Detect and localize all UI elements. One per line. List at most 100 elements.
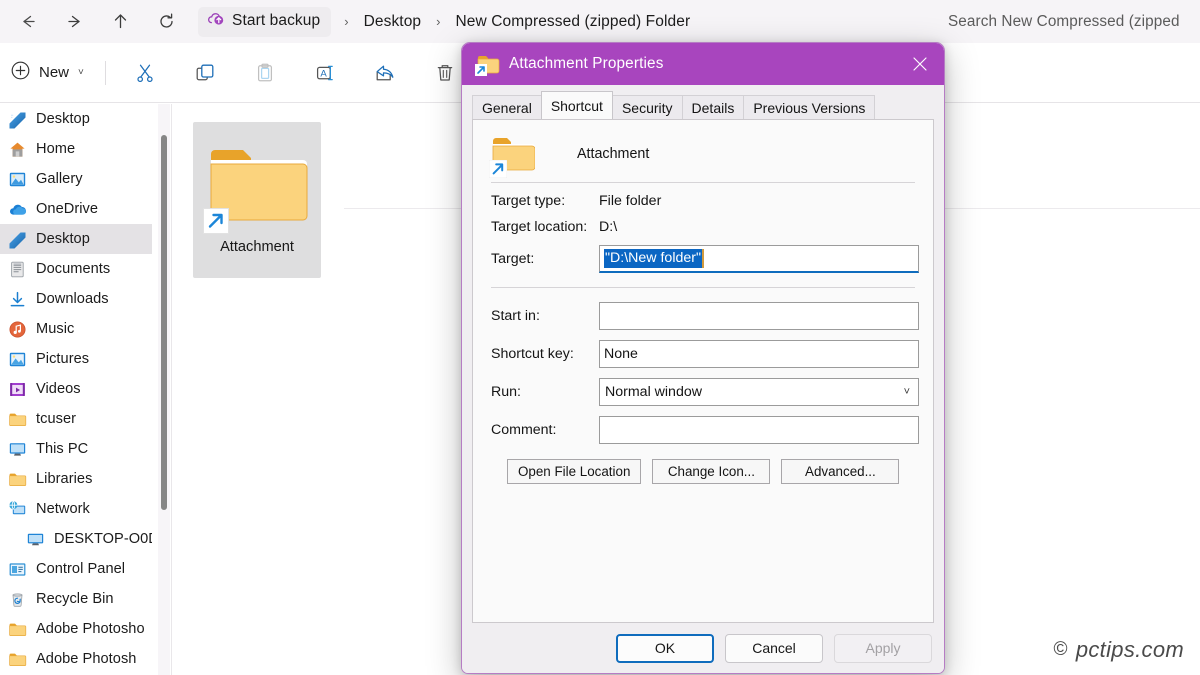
advanced-button[interactable]: Advanced... (781, 459, 899, 484)
sidebar-scrollbar[interactable] (158, 104, 170, 675)
sidebar-item-label: Libraries (36, 471, 92, 487)
comment-label: Comment: (491, 422, 599, 438)
tab-details[interactable]: Details (682, 95, 745, 119)
sidebar-item-videos[interactable]: Videos (0, 374, 152, 404)
breadcrumb: Start backup › Desktop › New Compressed … (198, 6, 692, 38)
sidebar-item-network[interactable]: Network (0, 494, 152, 524)
chevron-down-icon: ˅ (78, 67, 84, 78)
sidebar-item-adobe-photosh[interactable]: Adobe Photosh (0, 644, 152, 674)
sidebar-item-label: Documents (36, 261, 110, 277)
breadcrumb-item-desktop[interactable]: Desktop (362, 13, 424, 31)
folder-icon (8, 410, 27, 429)
tab-general[interactable]: General (472, 95, 542, 119)
shortcut-key-input[interactable]: None (599, 340, 919, 368)
shortcut-key-input-value: None (604, 346, 638, 362)
folder-icon (8, 470, 27, 489)
tab-security[interactable]: Security (612, 95, 683, 119)
home-icon (8, 140, 27, 159)
target-input[interactable]: "D:\New folder" (599, 245, 919, 273)
sidebar-item-label: Recycle Bin (36, 591, 114, 607)
sidebar-item-pictures[interactable]: Pictures (0, 344, 152, 374)
run-label: Run: (491, 384, 599, 400)
command-separator (105, 61, 106, 85)
desktop-icon (8, 110, 27, 129)
sidebar-item-downloads[interactable]: Downloads (0, 284, 152, 314)
cancel-button[interactable]: Cancel (725, 634, 823, 663)
sidebar-item-desktop[interactable]: Desktop (0, 224, 152, 254)
sidebar-item-gallery[interactable]: Gallery (0, 164, 152, 194)
target-location-value: D:\ (599, 219, 617, 235)
run-select[interactable]: Normal window ˅ (599, 378, 919, 406)
folder-icon (8, 620, 27, 639)
breadcrumb-start-backup-label: Start backup (232, 12, 320, 30)
sidebar-item-recycle-bin[interactable]: Recycle Bin (0, 584, 152, 614)
sidebar-scrollbar-thumb[interactable] (161, 135, 167, 510)
folder-icon (8, 650, 27, 669)
navigation-sidebar[interactable]: DesktopHomeGalleryOneDriveDesktopDocumen… (0, 104, 152, 675)
tab-previous-versions[interactable]: Previous Versions (743, 95, 875, 119)
close-icon[interactable] (896, 43, 944, 85)
comment-input[interactable] (599, 416, 919, 444)
target-location-label: Target location: (491, 219, 599, 235)
new-button[interactable]: New ˅ (4, 54, 92, 92)
apply-button: Apply (834, 634, 932, 663)
target-type-label: Target type: (491, 193, 599, 209)
file-item-attachment[interactable]: Attachment (193, 122, 321, 278)
sidebar-item-desktop[interactable]: Desktop (0, 104, 152, 134)
dialog-title: Attachment Properties (509, 55, 664, 73)
new-button-label: New (39, 64, 69, 81)
search-box[interactable]: Search New Compressed (zipped (930, 0, 1200, 43)
computer-icon (26, 530, 45, 549)
cut-icon[interactable] (125, 55, 165, 91)
up-icon[interactable] (100, 6, 140, 38)
desktop-icon (8, 230, 27, 249)
open-file-location-button[interactable]: Open File Location (507, 459, 641, 484)
sidebar-item-music[interactable]: Music (0, 314, 152, 344)
sidebar-item-desktop-o0d[interactable]: DESKTOP-O0D (0, 524, 152, 554)
folder-shortcut-icon (491, 135, 535, 173)
sidebar-item-documents[interactable]: Documents (0, 254, 152, 284)
shortcut-header-row: Attachment (473, 120, 933, 176)
ok-button[interactable]: OK (616, 634, 714, 663)
sidebar-item-this-pc[interactable]: This PC (0, 434, 152, 464)
change-icon-button[interactable]: Change Icon... (652, 459, 770, 484)
search-input[interactable]: Search New Compressed (zipped (948, 13, 1180, 31)
sidebar-item-label: Network (36, 501, 90, 517)
breadcrumb-separator-1: › (331, 14, 361, 29)
sidebar-item-adobe-photosho[interactable]: Adobe Photosho (0, 614, 152, 644)
sidebar-item-label: Control Panel (36, 561, 125, 577)
target-row: Target: "D:\New folder" (473, 245, 933, 273)
sidebar-item-control-panel[interactable]: Control Panel (0, 554, 152, 584)
forward-icon[interactable] (54, 6, 94, 38)
navigation-bar: Start backup › Desktop › New Compressed … (0, 0, 1200, 43)
sidebar-item-libraries[interactable]: Libraries (0, 464, 152, 494)
sidebar-item-tcuser[interactable]: tcuser (0, 404, 152, 434)
breadcrumb-start-backup[interactable]: Start backup (198, 7, 331, 37)
copy-icon[interactable] (185, 55, 225, 91)
downloads-icon (8, 290, 27, 309)
dialog-tab-strip[interactable]: GeneralShortcutSecurityDetailsPrevious V… (472, 91, 934, 119)
tab-shortcut[interactable]: Shortcut (541, 91, 613, 119)
paste-icon (245, 55, 285, 91)
folder-shortcut-icon (476, 54, 498, 74)
sidebar-item-onedrive[interactable]: OneDrive (0, 194, 152, 224)
videos-icon (8, 380, 27, 399)
music-icon (8, 320, 27, 339)
target-label: Target: (491, 251, 599, 267)
start-in-input[interactable] (599, 302, 919, 330)
share-icon[interactable] (365, 55, 405, 91)
back-icon[interactable] (8, 6, 48, 38)
sidebar-item-home[interactable]: Home (0, 134, 152, 164)
rename-icon[interactable]: A (305, 55, 345, 91)
dialog-title-bar: Attachment Properties (462, 43, 944, 85)
sidebar-item-label: Adobe Photosho (36, 621, 145, 637)
sidebar-item-label: Desktop (36, 111, 90, 127)
copyright-icon: © (1054, 639, 1068, 661)
run-row: Run: Normal window ˅ (473, 378, 933, 406)
breadcrumb-item-current-folder[interactable]: New Compressed (zipped) Folder (453, 13, 692, 31)
target-input-value: "D:\New folder" (604, 249, 704, 268)
delete-icon[interactable] (425, 55, 465, 91)
refresh-icon[interactable] (146, 6, 186, 38)
pictures-icon (8, 350, 27, 369)
sidebar-item-label: Adobe Photosh (36, 651, 136, 667)
